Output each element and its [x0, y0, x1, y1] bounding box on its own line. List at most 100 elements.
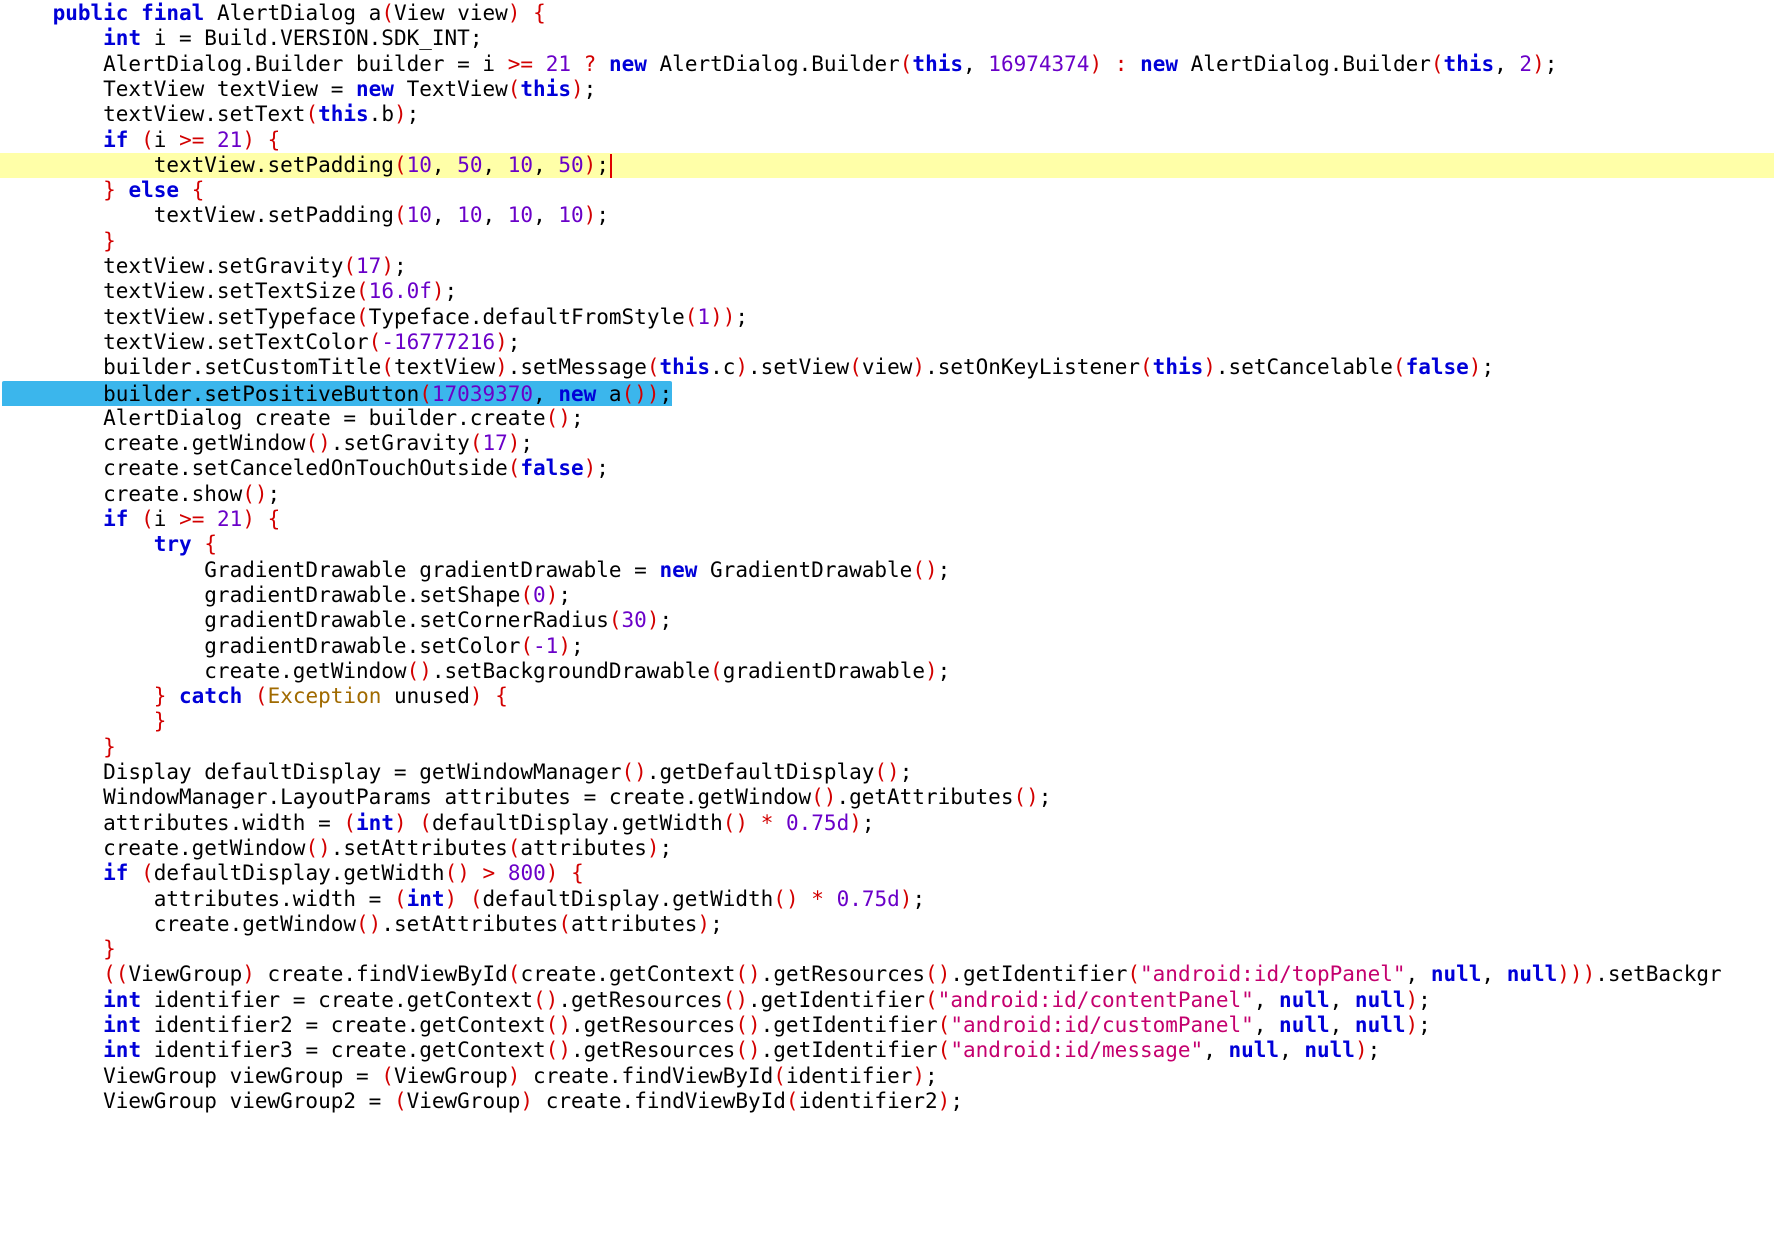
code-token: attributes.width = — [2, 810, 344, 835]
code-token: -1 — [533, 633, 559, 658]
code-text: int identifier2 = create.getContext().ge… — [103, 1013, 1431, 1038]
code-token: ( — [520, 633, 534, 658]
code-token: ( — [520, 582, 534, 607]
code-line[interactable]: try { — [0, 532, 1774, 557]
code-token: } — [153, 709, 167, 734]
code-token: ) — [646, 835, 660, 860]
code-token: ) — [507, 1063, 521, 1088]
code-token: create.getContext — [520, 962, 736, 987]
code-line[interactable]: textView.setPadding(10, 50, 10, 50); — [0, 152, 1774, 179]
code-token: null — [1430, 962, 1482, 987]
code-token: ) — [495, 329, 508, 354]
code-token: { — [495, 684, 508, 709]
code-line[interactable]: int identifier2 = create.getContext().ge… — [0, 1013, 1774, 1038]
code-line[interactable]: ViewGroup viewGroup2 = (ViewGroup) creat… — [0, 1089, 1774, 1114]
code-line[interactable]: textView.setPadding(10, 10, 10, 10); — [0, 203, 1774, 228]
code-token: if — [103, 507, 129, 531]
code-text: builder.setCustomTitle(textView).setMess… — [2, 355, 1494, 380]
code-line[interactable]: create.getWindow().setAttributes(attribu… — [0, 912, 1774, 937]
code-token: () — [1013, 785, 1039, 810]
code-line[interactable]: Display defaultDisplay = getWindowManage… — [0, 760, 1774, 785]
code-line[interactable]: builder.setPositiveButton(17039370, new … — [0, 380, 1774, 406]
code-line[interactable]: } — [0, 229, 1774, 254]
code-token: null — [1279, 1013, 1330, 1037]
code-line[interactable]: builder.setCustomTitle(textView).setMess… — [0, 355, 1774, 380]
code-line[interactable]: AlertDialog.Builder builder = i >= 21 ? … — [0, 52, 1774, 77]
code-token: AlertDialog.Builder builder = i — [2, 51, 508, 76]
code-line[interactable]: if (i >= 21) { — [0, 507, 1774, 532]
code-token: ( — [773, 1063, 786, 1088]
code-token: this — [318, 102, 369, 127]
code-line[interactable]: ((ViewGroup) create.findViewById(create.… — [0, 962, 1774, 987]
code-line[interactable]: gradientDrawable.setColor(-1); — [0, 634, 1774, 659]
code-line[interactable]: AlertDialog create = builder.create(); — [0, 406, 1774, 431]
code-line[interactable]: int i = Build.VERSION.SDK_INT; — [0, 26, 1774, 51]
code-text: AlertDialog.Builder builder = i >= 21 ? … — [2, 52, 1557, 77]
code-line[interactable]: attributes.width = (int) (defaultDisplay… — [0, 887, 1774, 912]
code-token: 50 — [558, 152, 584, 177]
code-token: .getIdentifier — [760, 1013, 938, 1037]
code-token: } — [103, 228, 116, 253]
code-token: ( — [507, 456, 521, 481]
code-token: create.getWindow — [2, 431, 306, 456]
code-token: () — [545, 405, 571, 430]
code-line[interactable]: } — [0, 709, 1774, 734]
code-line[interactable]: create.getWindow().setGravity(17); — [0, 431, 1774, 456]
code-line[interactable]: textView.setText(this.b); — [0, 102, 1774, 127]
code-line[interactable]: GradientDrawable gradientDrawable = new … — [0, 558, 1774, 583]
code-line[interactable]: int identifier3 = create.getContext().ge… — [0, 1038, 1774, 1063]
code-token: ( — [608, 608, 622, 633]
code-editor[interactable]: public final AlertDialog a(View view) { … — [0, 0, 1774, 1240]
code-token: int — [103, 987, 142, 1012]
code-line[interactable]: attributes.width = (int) (defaultDisplay… — [0, 811, 1774, 836]
code-line[interactable]: WindowManager.LayoutParams attributes = … — [0, 785, 1774, 810]
code-line[interactable]: if (defaultDisplay.getWidth() > 800) { — [0, 861, 1774, 886]
code-token: view — [861, 355, 913, 380]
code-line[interactable]: gradientDrawable.setShape(0); — [0, 583, 1774, 608]
code-line[interactable]: textView.setTextSize(16.0f); — [0, 279, 1774, 304]
code-line[interactable]: } catch (Exception unused) { — [0, 684, 1774, 709]
code-token: int — [103, 1013, 142, 1037]
code-token: 16.0f — [368, 279, 432, 304]
code-token: if — [103, 861, 129, 886]
code-line[interactable]: public final AlertDialog a(View view) { — [0, 1, 1774, 26]
code-line[interactable]: } — [0, 735, 1774, 760]
code-line[interactable]: textView.setGravity(17); — [0, 254, 1774, 279]
code-token: this — [1443, 51, 1495, 76]
code-line[interactable]: if (i >= 21) { — [0, 128, 1774, 153]
code-line[interactable]: gradientDrawable.setCornerRadius(30); — [0, 608, 1774, 633]
code-token: ; — [583, 76, 597, 101]
code-token: 17 — [356, 254, 382, 278]
code-token: identifier = create.getContext — [141, 987, 534, 1012]
code-token: defaultDisplay.getWidth — [431, 810, 723, 835]
code-token: ; — [861, 810, 875, 835]
code-line[interactable]: textView.setTypeface(Typeface.defaultFro… — [0, 305, 1774, 330]
code-line[interactable]: create.getWindow().setAttributes(attribu… — [0, 836, 1774, 861]
code-token: ) — [242, 127, 255, 152]
code-line[interactable]: TextView textView = new TextView(this); — [0, 77, 1774, 102]
code-token: () — [621, 760, 647, 784]
code-token: ( — [356, 279, 369, 304]
code-line[interactable]: } else { — [0, 178, 1774, 203]
code-text: textView.setTextColor(-16777216); — [2, 330, 520, 355]
code-token: ViewGroup — [406, 1088, 521, 1113]
code-text: } — [154, 709, 167, 734]
code-line[interactable]: ViewGroup viewGroup = (ViewGroup) create… — [0, 1064, 1774, 1089]
code-text: ViewGroup viewGroup2 = (ViewGroup) creat… — [2, 1089, 963, 1114]
code-text: attributes.width = (int) (defaultDisplay… — [2, 810, 875, 836]
code-line[interactable]: create.getWindow().setBackgroundDrawable… — [0, 659, 1774, 684]
code-token: attributes — [570, 911, 698, 936]
code-token: final — [141, 1, 205, 25]
code-line[interactable]: create.setCanceledOnTouchOutside(false); — [0, 456, 1774, 481]
code-line[interactable]: } — [0, 937, 1774, 962]
code-line[interactable]: int identifier = create.getContext().get… — [0, 988, 1774, 1013]
code-line[interactable]: textView.setTextColor(-16777216); — [0, 330, 1774, 355]
code-token: ) — [1089, 51, 1103, 76]
code-token: identifier2 — [798, 1088, 938, 1113]
code-line[interactable]: create.show(); — [0, 482, 1774, 507]
